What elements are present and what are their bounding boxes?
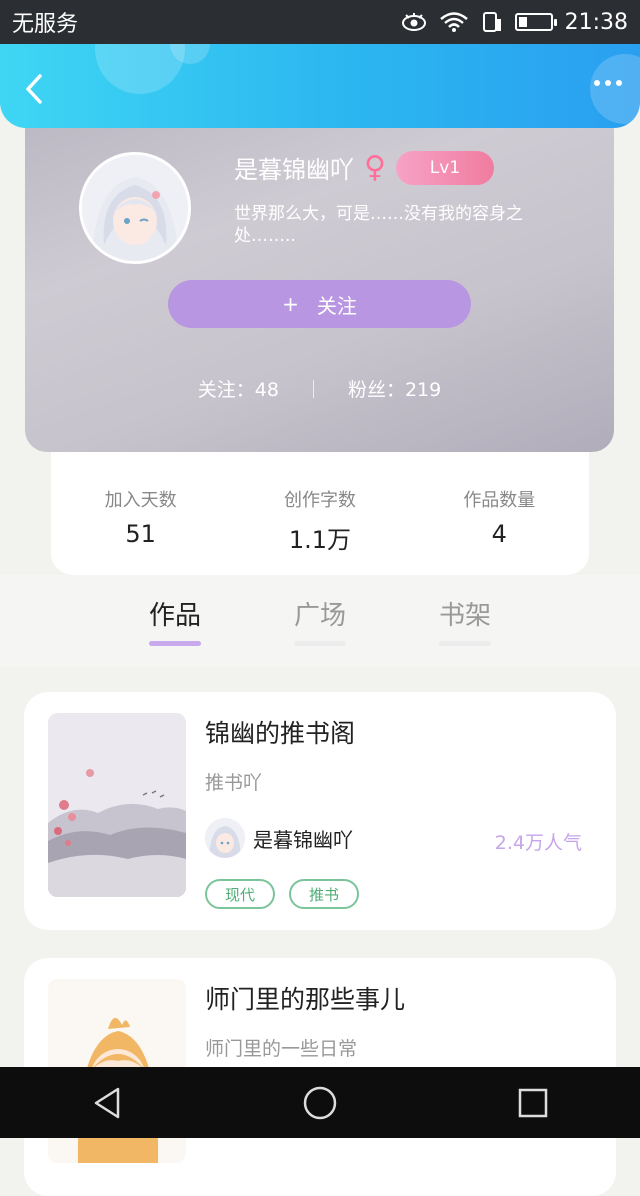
cover-illustration	[48, 713, 186, 897]
back-triangle-icon[interactable]	[85, 1081, 129, 1125]
author-name: 是暮锦幽吖	[253, 827, 353, 852]
tab-bookshelf[interactable]: 书架	[425, 595, 505, 632]
name-row: 是暮锦幽吖 ♀ Lv1	[234, 150, 494, 185]
tabs-bar: 作品 广场 书架	[0, 575, 640, 667]
more-dots-icon[interactable]	[594, 80, 622, 86]
book-cover[interactable]	[48, 713, 186, 897]
stat-join-days: 加入天数 51	[66, 486, 216, 548]
tab-indicator	[439, 641, 491, 646]
stat-word-count: 创作字数 1.1万	[245, 486, 395, 555]
battery-icon	[514, 13, 557, 31]
chevron-left-icon[interactable]	[20, 72, 50, 106]
wifi-icon	[439, 12, 468, 32]
stat-value: 4	[491, 520, 507, 548]
tab-indicator	[149, 641, 201, 646]
avatar[interactable]	[79, 152, 191, 264]
bio-text: 世界那么大，可是……没有我的容身之处……..	[234, 204, 523, 246]
stat-works-count: 作品数量 4	[424, 486, 574, 548]
followers-count[interactable]: 粉丝：219	[348, 375, 441, 402]
tag[interactable]: 现代	[205, 879, 276, 909]
following-count[interactable]: 关注：48	[198, 375, 279, 402]
follow-label: 关注	[316, 293, 357, 318]
stats-card: 加入天数 51 创作字数 1.1万 作品数量 4	[51, 452, 589, 575]
status-bar: 无服务 21:38	[0, 0, 640, 44]
home-circle-icon[interactable]	[298, 1081, 342, 1125]
username: 是暮锦幽吖	[234, 156, 354, 184]
tab-works[interactable]: 作品	[135, 595, 215, 632]
female-icon: ♀	[364, 149, 386, 185]
stat-label: 创作字数	[283, 490, 356, 511]
author-row: 是暮锦幽吖	[205, 818, 353, 858]
top-header	[0, 44, 640, 128]
profile-card: 是暮锦幽吖 ♀ Lv1 世界那么大，可是……没有我的容身之处…….. + 关注 …	[25, 100, 614, 452]
stat-value: 51	[125, 520, 156, 548]
tag[interactable]: 推书	[289, 879, 360, 909]
popularity-count: 2.4万人气	[494, 832, 582, 854]
level-badge: Lv1	[395, 150, 494, 185]
plus-icon: +	[282, 292, 299, 316]
work-title: 师门里的那些事儿	[205, 985, 406, 1014]
avatar	[205, 818, 245, 858]
decor-bubble	[590, 54, 640, 124]
stat-value: 1.1万	[288, 526, 352, 554]
recents-square-icon[interactable]	[511, 1081, 555, 1125]
divider	[312, 379, 314, 398]
status-icons: 21:38	[401, 10, 628, 35]
work-card[interactable]: 锦幽的推书阁 推书吖 是暮锦幽吖 2.4万人气 现代 推书	[24, 692, 616, 930]
tag-list: 现代 推书	[205, 879, 360, 909]
tab-indicator	[294, 641, 346, 646]
work-desc: 推书吖	[205, 772, 263, 794]
clock: 21:38	[564, 9, 628, 35]
stat-label: 加入天数	[104, 490, 177, 511]
system-nav-bar	[0, 1067, 640, 1138]
author-avatar-illustration	[205, 818, 245, 858]
carrier-text: 无服务	[12, 12, 79, 37]
follow-button[interactable]: + 关注	[168, 280, 471, 328]
work-title: 锦幽的推书阁	[205, 719, 356, 748]
eye-icon	[401, 13, 426, 31]
work-desc: 师门里的一些日常	[205, 1038, 358, 1060]
stat-label: 作品数量	[463, 490, 536, 511]
avatar-illustration	[82, 155, 188, 261]
sim-icon	[482, 12, 501, 32]
tab-square[interactable]: 广场	[280, 595, 360, 632]
follow-stats: 关注：48 粉丝：219	[25, 375, 614, 402]
